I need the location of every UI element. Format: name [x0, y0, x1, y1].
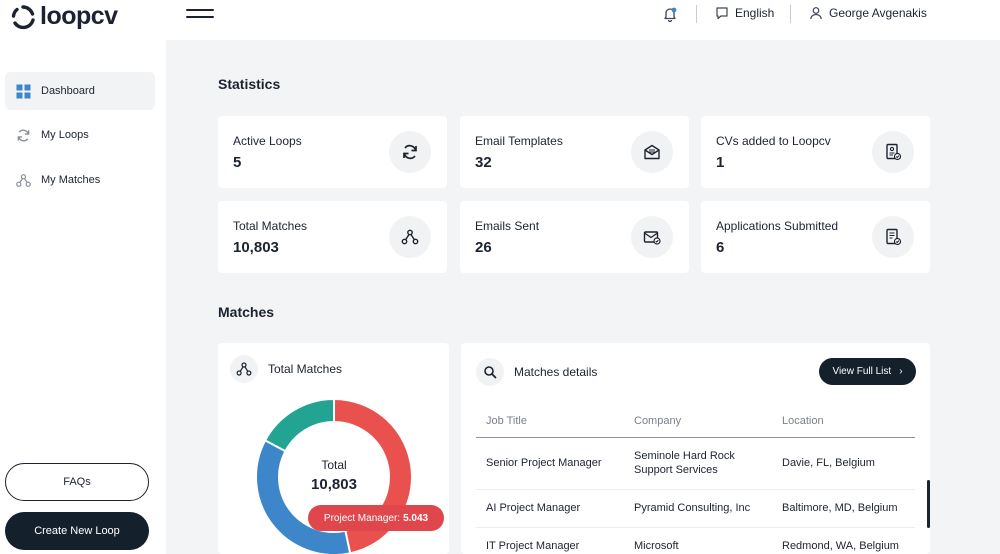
- stat-label: Total Matches: [233, 219, 308, 233]
- donut-center-title: Total: [321, 458, 347, 472]
- logo-text: loopcv: [40, 2, 118, 30]
- sidebar: Dashboard My Loops My Matches FAQs Creat…: [0, 40, 166, 554]
- email-sent-icon: [631, 216, 673, 258]
- cell-company: Seminole Hard Rock Support Services: [634, 450, 735, 476]
- user-name: George Avgenakis: [829, 6, 927, 20]
- column-header-job-title[interactable]: Job Title: [476, 405, 624, 438]
- stat-label: Active Loops: [233, 134, 302, 148]
- sidebar-item-my-matches[interactable]: My Matches: [5, 161, 155, 199]
- cell-job-title: IT Project Manager: [476, 526, 624, 554]
- hamburger-line: [186, 16, 214, 18]
- network-icon: [389, 216, 431, 258]
- logo[interactable]: loopcv: [10, 2, 118, 31]
- statistics-title: Statistics: [218, 76, 281, 92]
- chat-bubble-icon: [716, 7, 728, 20]
- application-icon: [872, 216, 914, 258]
- stat-card-email-templates[interactable]: Email Templates 32: [460, 116, 689, 188]
- header-divider: [696, 5, 697, 23]
- stat-label: Emails Sent: [475, 219, 540, 233]
- cell-company: Microsoft: [624, 526, 772, 554]
- chevron-right-icon: ›: [899, 366, 903, 377]
- search-icon: [476, 358, 504, 386]
- sidebar-item-my-loops[interactable]: My Loops: [5, 116, 155, 154]
- header-divider: [790, 5, 791, 23]
- stat-value: 1: [716, 154, 725, 171]
- user-icon: [810, 7, 822, 20]
- matches-title: Matches: [218, 304, 275, 320]
- matches-details-panel: Matches details View Full List › Job Tit…: [461, 343, 930, 554]
- tooltip-value: 5.043: [403, 512, 429, 524]
- language-selector[interactable]: English: [715, 6, 774, 20]
- stat-value: 5: [233, 154, 242, 171]
- donut-slice-2[interactable]: [263, 397, 335, 453]
- cell-location: Baltimore, MD, Belgium: [772, 488, 915, 527]
- stat-card-emails-sent[interactable]: Emails Sent 26: [460, 201, 689, 273]
- logo-icon: [11, 4, 35, 29]
- cell-location: Davie, FL, Belgium: [782, 457, 875, 469]
- language-label: English: [735, 6, 775, 20]
- sidebar-item-dashboard[interactable]: Dashboard: [5, 72, 155, 110]
- donut-center-value: 10,803: [311, 476, 357, 493]
- faq-button[interactable]: FAQs: [5, 463, 149, 501]
- email-template-icon: [631, 131, 673, 173]
- dashboard-icon: [16, 84, 31, 98]
- sidebar-item-label: My Loops: [41, 129, 89, 141]
- table-row[interactable]: AI Project Manager Pyramid Consulting, I…: [476, 488, 915, 527]
- stat-label: CVs added to Loopcv: [716, 134, 831, 148]
- cell-location: Redmond, WA, Belgium: [772, 526, 915, 554]
- cell-company: Pyramid Consulting, Inc: [624, 488, 772, 527]
- loop-icon: [17, 129, 30, 141]
- user-menu[interactable]: George Avgenakis: [809, 6, 927, 20]
- stat-card-applications-submitted[interactable]: Applications Submitted 6: [701, 201, 930, 273]
- cell-job-title: Senior Project Manager: [486, 457, 602, 469]
- refresh-icon: [389, 131, 431, 173]
- column-header-location[interactable]: Location: [772, 405, 915, 438]
- notification-bell-icon[interactable]: [662, 6, 678, 23]
- tooltip-label: Project Manager:: [323, 512, 401, 524]
- matches-icon: [16, 173, 31, 187]
- matches-table: Job Title Company Location Senior Projec…: [476, 405, 915, 554]
- view-full-list-label: View Full List: [832, 366, 892, 377]
- sidebar-item-label: My Matches: [41, 174, 101, 186]
- cell-job-title: AI Project Manager: [476, 488, 624, 527]
- view-full-list-button[interactable]: View Full List ›: [819, 358, 916, 385]
- table-scrollbar[interactable]: [927, 480, 930, 528]
- table-row[interactable]: IT Project Manager Microsoft Redmond, WA…: [476, 526, 915, 554]
- donut-center-label: Total 10,803: [264, 458, 404, 493]
- create-new-loop-button[interactable]: Create New Loop: [5, 512, 149, 550]
- hamburger-line: [186, 9, 214, 11]
- stat-card-cvs-added[interactable]: CVs added to Loopcv 1: [701, 116, 930, 188]
- stat-value: 10,803: [233, 239, 279, 256]
- top-header: loopcv English George Avgenakis: [0, 0, 1000, 40]
- stat-value: 26: [475, 239, 492, 256]
- column-header-company[interactable]: Company: [624, 405, 772, 438]
- menu-toggle-button[interactable]: [186, 9, 216, 19]
- chart-tooltip: Project Manager: 5.043: [308, 505, 444, 531]
- stat-value: 6: [716, 239, 725, 256]
- cv-icon: [872, 131, 914, 173]
- table-header-row: Job Title Company Location: [476, 405, 915, 438]
- matches-details-title: Matches details: [514, 365, 598, 379]
- stat-card-active-loops[interactable]: Active Loops 5: [218, 116, 447, 188]
- stat-label: Email Templates: [475, 134, 563, 148]
- matches-details-header: Matches details: [476, 358, 597, 386]
- sidebar-item-label: Dashboard: [41, 85, 95, 97]
- stat-value: 32: [475, 154, 492, 171]
- stat-card-total-matches[interactable]: Total Matches 10,803: [218, 201, 447, 273]
- table-row[interactable]: Senior Project Manager Seminole Hard Roc…: [476, 437, 915, 489]
- stat-label: Applications Submitted: [716, 219, 839, 233]
